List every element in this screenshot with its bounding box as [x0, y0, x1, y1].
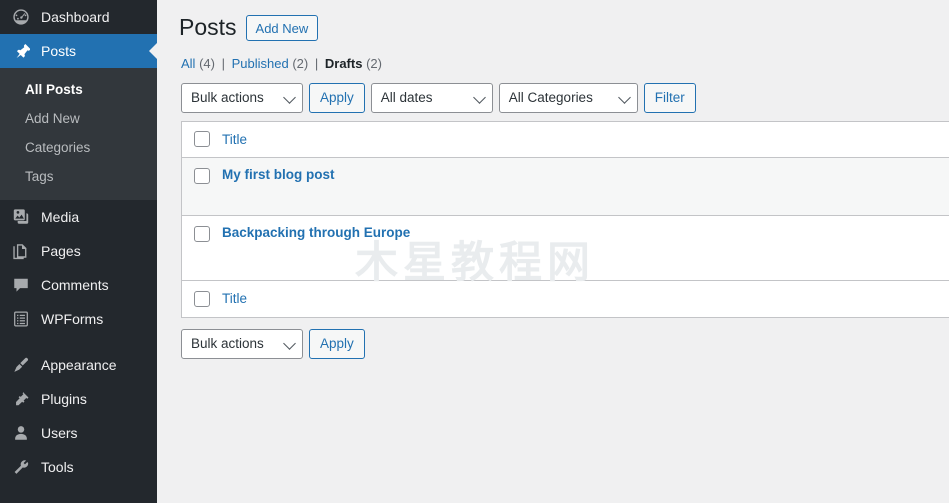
add-new-button[interactable]: Add New: [245, 15, 319, 41]
bulk-actions-value: Bulk actions: [191, 90, 264, 105]
status-filter-links: All (4) | Published (2) | Drafts (2): [181, 54, 949, 74]
sidebar-item-wpforms[interactable]: WPForms: [0, 302, 157, 336]
row-checkbox[interactable]: [194, 167, 210, 184]
status-link-published[interactable]: Published: [232, 56, 289, 71]
table-footer-row: Title: [182, 280, 949, 317]
sidebar-item-label: Plugins: [41, 390, 87, 407]
sidebar-item-dashboard[interactable]: Dashboard: [0, 0, 157, 34]
sidebar-item-label: Posts: [41, 43, 77, 59]
posts-submenu: All Posts Add New Categories Tags: [0, 68, 157, 200]
status-count-drafts: (2): [366, 56, 382, 71]
media-icon: [11, 207, 31, 227]
row-select-cell: [182, 158, 222, 184]
select-all-cell: [182, 131, 222, 147]
sidebar-item-plugins[interactable]: Plugins: [0, 382, 157, 416]
chevron-down-icon: [617, 90, 631, 104]
user-icon: [11, 423, 31, 443]
main-content: Posts Add New All (4) | Published (2) | …: [157, 0, 949, 503]
status-link-drafts[interactable]: Drafts: [325, 56, 363, 71]
bulk-actions-value: Bulk actions: [191, 336, 264, 351]
sidebar-item-label: Comments: [41, 276, 109, 293]
table-row: My first blog post: [182, 157, 949, 216]
date-filter-value: All dates: [380, 90, 433, 105]
status-separator: |: [314, 56, 319, 71]
status-link-all[interactable]: All: [181, 56, 195, 71]
sidebar-item-label: Pages: [41, 242, 81, 259]
sidebar-item-all-posts[interactable]: All Posts: [0, 75, 157, 104]
wpforms-icon: [11, 309, 31, 329]
column-footer-title-cell: Title: [222, 291, 949, 306]
sidebar-item-categories[interactable]: Categories: [0, 133, 157, 162]
post-title-link[interactable]: Backpacking through Europe: [222, 225, 410, 240]
page-title: Posts: [179, 14, 237, 41]
sidebar-item-tools[interactable]: Tools: [0, 450, 157, 484]
date-filter-select[interactable]: All dates: [370, 82, 493, 113]
apply-button-bottom[interactable]: Apply: [309, 328, 365, 359]
brush-icon: [11, 355, 31, 375]
row-title-cell: Backpacking through Europe: [222, 216, 949, 240]
status-separator: |: [221, 56, 225, 71]
admin-sidebar: Dashboard Posts All Posts Add New Catego…: [0, 0, 157, 503]
sidebar-item-label: Dashboard: [41, 9, 110, 25]
post-title-link[interactable]: My first blog post: [222, 167, 335, 182]
posts-table: Title My first blog post Backpacking thr…: [181, 120, 949, 318]
category-filter-value: All Categories: [508, 90, 593, 105]
sidebar-item-comments[interactable]: Comments: [0, 268, 157, 302]
select-all-checkbox-footer[interactable]: [194, 290, 210, 307]
chevron-down-icon: [472, 90, 486, 104]
wrench-icon: [11, 457, 31, 477]
column-header-title-cell: Title: [222, 132, 949, 147]
sidebar-item-label: Appearance: [41, 356, 117, 373]
sidebar-item-label: Media: [41, 208, 80, 225]
select-all-checkbox[interactable]: [194, 131, 210, 147]
select-all-footer-cell: [182, 290, 222, 307]
status-count-published: (2): [292, 56, 309, 71]
sidebar-separator: [0, 336, 157, 348]
active-menu-arrow-icon: [149, 43, 157, 59]
page-header: Posts Add New: [179, 10, 949, 46]
sidebar-item-pages[interactable]: Pages: [0, 234, 157, 268]
apply-button-top[interactable]: Apply: [309, 82, 365, 113]
dashboard-icon: [11, 7, 31, 27]
category-filter-select[interactable]: All Categories: [498, 82, 638, 113]
wp-admin-screen: Dashboard Posts All Posts Add New Catego…: [0, 0, 949, 503]
sidebar-item-label: Tools: [41, 458, 74, 475]
sidebar-item-tags[interactable]: Tags: [0, 163, 157, 192]
sidebar-item-appearance[interactable]: Appearance: [0, 348, 157, 382]
tablenav-top: Bulk actions Apply All dates All Categor…: [181, 82, 949, 113]
sidebar-item-posts[interactable]: Posts: [0, 34, 157, 68]
pages-icon: [11, 241, 31, 261]
chevron-down-icon: [283, 90, 296, 104]
column-footer-title[interactable]: Title: [222, 291, 247, 306]
table-header-row: Title: [182, 121, 949, 158]
sidebar-item-label: Users: [41, 424, 78, 441]
status-count-all: (4): [199, 56, 215, 71]
sidebar-item-add-new[interactable]: Add New: [0, 104, 157, 133]
bulk-actions-select-bottom[interactable]: Bulk actions: [181, 328, 303, 359]
comment-icon: [11, 275, 31, 295]
table-row: Backpacking through Europe: [182, 215, 949, 281]
sidebar-item-users[interactable]: Users: [0, 416, 157, 450]
sidebar-item-media[interactable]: Media: [0, 200, 157, 234]
bulk-actions-select-top[interactable]: Bulk actions: [181, 82, 303, 113]
sidebar-item-label: WPForms: [41, 310, 104, 327]
filter-button[interactable]: Filter: [643, 82, 696, 113]
tablenav-bottom: Bulk actions Apply: [181, 328, 949, 359]
row-title-cell: My first blog post: [222, 158, 949, 182]
pin-icon: [11, 41, 31, 61]
chevron-down-icon: [283, 336, 296, 350]
plug-icon: [11, 389, 31, 409]
row-select-cell: [182, 216, 222, 242]
row-checkbox[interactable]: [194, 225, 210, 242]
column-header-title[interactable]: Title: [222, 132, 247, 147]
